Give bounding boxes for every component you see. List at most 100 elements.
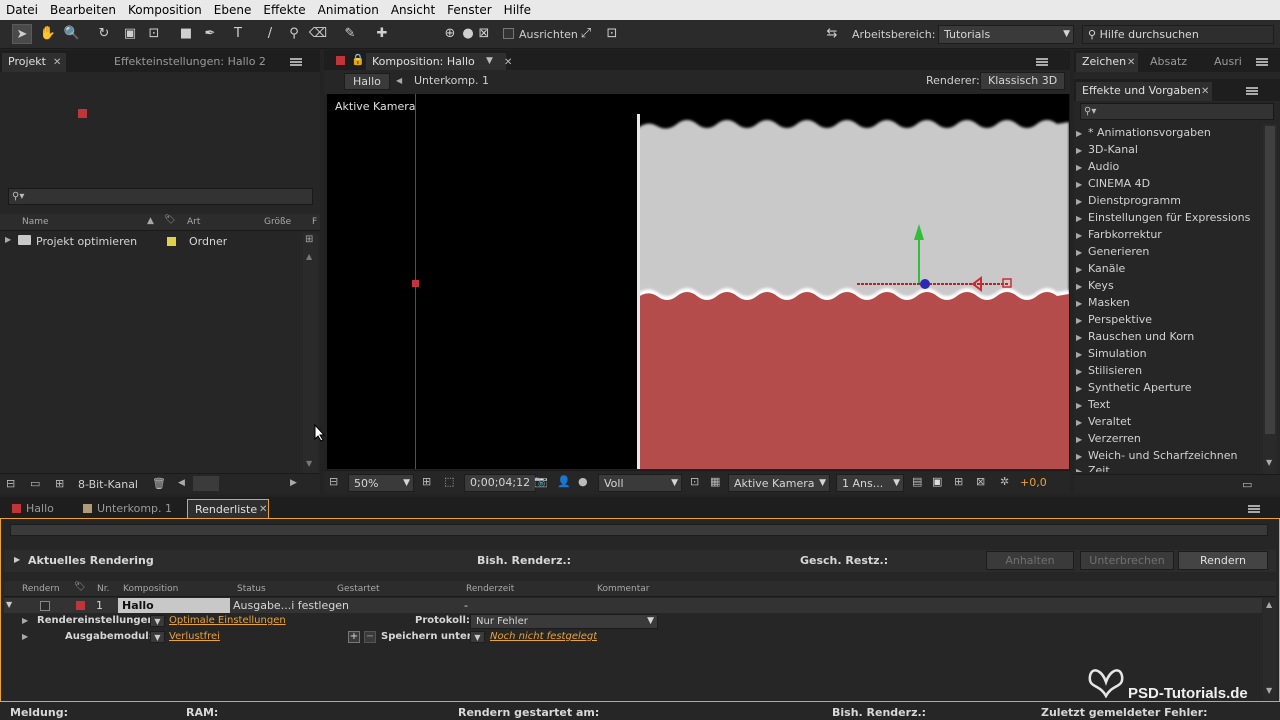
scroll-down-icon[interactable]: ▼	[1266, 458, 1272, 467]
tab-paragraph[interactable]: Absatz	[1144, 53, 1204, 72]
effect-category[interactable]: ▶ Stilisieren	[1076, 362, 1142, 379]
effect-category[interactable]: ▶ Keys	[1076, 277, 1114, 294]
close-icon[interactable]: ✕	[1127, 57, 1135, 68]
show-snapshot-icon[interactable]: 👤	[557, 475, 571, 488]
effect-category[interactable]: ▶ Simulation	[1076, 345, 1147, 362]
new-folder-icon[interactable]: ▭	[30, 477, 40, 490]
col-type[interactable]: Art	[187, 217, 200, 227]
menu-fenster[interactable]: Fenster	[441, 3, 498, 17]
lock-icon[interactable]: 🔒	[351, 53, 365, 66]
menu-animation[interactable]: Animation	[312, 3, 385, 17]
panel-menu-icon[interactable]	[290, 58, 302, 66]
effect-category[interactable]: ▶ CINEMA 4D	[1076, 175, 1150, 192]
zoom-tool-icon[interactable]: 🔍	[62, 24, 82, 44]
col-number[interactable]: Nr.	[97, 584, 109, 594]
tab-hallo[interactable]: Hallo	[26, 502, 54, 515]
expand-triangle-icon[interactable]: ▶	[22, 632, 28, 641]
selection-tool-icon[interactable]: ➤	[12, 24, 32, 44]
effect-category[interactable]: ▶ Verzerren	[1076, 430, 1141, 447]
menu-ansicht[interactable]: Ansicht	[385, 3, 441, 17]
hand-tool-icon[interactable]: ✋	[38, 24, 58, 44]
y-axis-arrow-icon[interactable]	[914, 224, 924, 240]
timeline-icon[interactable]: ⊞	[954, 475, 963, 488]
magnify-toggle-icon[interactable]: ⊟	[329, 475, 338, 488]
local-axis-icon[interactable]: ⊕	[440, 24, 460, 44]
output-module-value[interactable]: Verlustfrei	[169, 631, 220, 642]
effect-category[interactable]: ▶ Zeit	[1076, 464, 1110, 472]
scroll-left-icon[interactable]: ◀	[178, 478, 185, 488]
align-checkbox[interactable]	[503, 28, 514, 39]
pan-behind-tool-icon[interactable]: ⊡	[144, 24, 164, 44]
panel-menu-icon[interactable]	[1248, 505, 1260, 513]
col-name[interactable]: Name	[22, 217, 49, 227]
collapse-triangle-icon[interactable]: ▼	[6, 600, 12, 609]
snap-icon[interactable]: ⤢	[576, 24, 596, 44]
mask-visibility-icon[interactable]: ⬚	[444, 475, 454, 488]
chevron-down-icon[interactable]: ▼	[150, 631, 165, 643]
sync-settings-icon[interactable]: ⇆	[820, 24, 844, 44]
resolution-dropdown[interactable]: Voll ▼	[598, 474, 682, 492]
exposure-value[interactable]: +0,0	[1020, 476, 1047, 489]
scroll-right-icon[interactable]: ▶	[290, 478, 297, 488]
scroll-up-icon[interactable]: ▲	[1266, 600, 1272, 609]
col-composition[interactable]: Komposition	[123, 584, 178, 594]
fast-previews-icon[interactable]: ▣	[932, 475, 942, 488]
render-settings-value[interactable]: Optimale Einstellungen	[169, 615, 286, 626]
effect-category[interactable]: ▶ Einstellungen für Expressions	[1076, 209, 1250, 226]
effect-category[interactable]: ▶ Text	[1076, 396, 1110, 413]
render-checkbox[interactable]	[40, 601, 50, 611]
timecode-display[interactable]: 0;00;04;12	[464, 474, 537, 492]
project-search-input[interactable]: ⚲▾	[8, 188, 313, 205]
expand-triangle-icon[interactable]: ▶	[22, 616, 28, 625]
clone-stamp-tool-icon[interactable]: ⚲	[284, 24, 304, 44]
close-icon[interactable]: ✕	[259, 504, 267, 515]
effect-category[interactable]: ▶ Weich- und Scharfzeichnen	[1076, 447, 1237, 464]
interpret-footage-icon[interactable]: ⊟	[6, 477, 15, 490]
rotate-tool-icon[interactable]: ↻	[94, 24, 114, 44]
render-button[interactable]: Rendern	[1178, 551, 1268, 570]
tab-effects-presets[interactable]: Effekte und Vorgaben	[1076, 82, 1212, 101]
effect-category[interactable]: ▶ Rauschen und Korn	[1076, 328, 1194, 345]
rectangle-tool-icon[interactable]: ■	[176, 24, 196, 44]
chevron-down-icon[interactable]: ▼	[470, 631, 485, 643]
camera-tool-icon[interactable]: ▣	[120, 24, 140, 44]
effects-scroll-thumb[interactable]	[1265, 126, 1275, 434]
log-dropdown[interactable]: Nur Fehler ▼	[470, 614, 658, 629]
pen-tool-icon[interactable]: ✒	[200, 24, 220, 44]
exposure-reset-icon[interactable]: ✲	[1000, 475, 1009, 488]
roto-brush-tool-icon[interactable]: ✎	[340, 24, 360, 44]
tab-align[interactable]: Ausri	[1208, 53, 1250, 72]
effect-category[interactable]: ▶ Audio	[1076, 158, 1119, 175]
add-output-module-icon[interactable]: +	[348, 631, 360, 643]
close-icon[interactable]: ✕	[504, 57, 512, 68]
menu-effekte[interactable]: Effekte	[257, 3, 311, 17]
effects-search-input[interactable]: ⚲▾	[1080, 103, 1274, 120]
effect-category[interactable]: ▶ Kanäle	[1076, 260, 1125, 277]
breadcrumb-subcomp[interactable]: Unterkomp. 1	[414, 74, 489, 87]
menu-komposition[interactable]: Komposition	[122, 3, 208, 17]
col-size[interactable]: Größe	[264, 217, 291, 227]
region-of-interest-icon[interactable]: ⊡	[690, 475, 699, 488]
scroll-down-icon[interactable]: ▼	[306, 459, 312, 468]
col-render[interactable]: Rendern	[22, 584, 60, 594]
text-tool-icon[interactable]: T	[228, 24, 248, 44]
stop-button[interactable]: Anhalten	[986, 551, 1074, 570]
renderer-button[interactable]: Klassisch 3D	[980, 72, 1066, 90]
help-search-field[interactable]: ⚲ Hilfe durchsuchen	[1082, 25, 1274, 44]
safe-zones-icon[interactable]: ⊞	[422, 475, 431, 488]
toggle-pixel-aspect-icon[interactable]: ▤	[912, 475, 922, 488]
menu-hilfe[interactable]: Hilfe	[498, 3, 537, 17]
snapshot-camera-icon[interactable]: 📷	[534, 475, 548, 488]
workspace-dropdown[interactable]: Tutorials ▼	[938, 25, 1074, 44]
effect-category[interactable]: ▶ Synthetic Aperture	[1076, 379, 1192, 396]
puppet-tool-icon[interactable]: ✚	[372, 24, 392, 44]
flowchart-icon[interactable]: ⊞	[305, 234, 313, 245]
chevron-down-icon[interactable]: ▼	[150, 615, 165, 627]
anchor-point-handle[interactable]	[412, 280, 419, 287]
effect-category[interactable]: ▶ Masken	[1076, 294, 1130, 311]
col-status[interactable]: Status	[237, 584, 266, 594]
views-dropdown[interactable]: 1 Ans... ▼	[836, 474, 904, 492]
axis-gizmo[interactable]	[855, 220, 1017, 296]
effect-category[interactable]: ▶ Veraltet	[1076, 413, 1131, 430]
effect-category[interactable]: ▶ 3D-Kanal	[1076, 141, 1138, 158]
